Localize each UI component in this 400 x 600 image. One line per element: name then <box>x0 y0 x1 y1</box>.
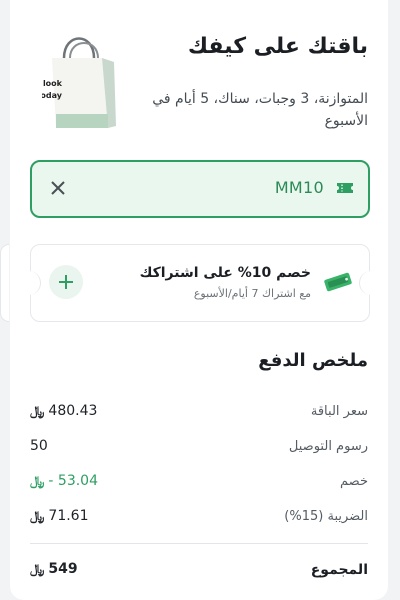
row-amount: 50 <box>30 438 48 454</box>
plan-description: المتوازنة، 3 وجبات، سناك، 5 أيام في الأس… <box>152 91 368 129</box>
bag-text-line2: nice today. <box>42 91 63 100</box>
row-amount: 71.61 <box>48 508 89 524</box>
close-icon <box>51 181 65 195</box>
checkout-card: باقتك على كيفك المتوازنة، 3 وجبات، سناك،… <box>10 0 388 600</box>
total-label: المجموع <box>310 562 368 578</box>
add-offer-button[interactable] <box>49 265 83 299</box>
discount-tag-icon <box>324 272 352 292</box>
total-amount: 549 <box>48 561 78 577</box>
coupon-field[interactable]: MM10 <box>30 160 370 218</box>
shopping-bag-image: You look nice today. <box>42 37 116 128</box>
riyal-icon: ﷼ <box>30 403 45 419</box>
row-value: 50 <box>30 438 48 454</box>
clear-coupon-button[interactable] <box>46 176 70 200</box>
coupon-code: MM10 <box>274 178 324 197</box>
offer-notch-left <box>22 271 41 295</box>
summary-row-plan-price: سعر الباقة ﷼ 480.43 <box>30 402 368 424</box>
riyal-icon: ﷼ <box>30 561 45 577</box>
plus-icon <box>59 275 73 289</box>
summary-divider <box>30 543 368 544</box>
row-label: رسوم التوصيل <box>288 439 368 454</box>
previous-offer-card-peek[interactable] <box>0 244 9 322</box>
summary-row-discount: خصم ﷼ - 53.04 <box>30 472 368 494</box>
row-value: ﷼ 480.43 <box>30 403 97 419</box>
summary-row-total: المجموع ﷼ 549 <box>30 560 368 582</box>
row-value: ﷼ - 53.04 <box>30 473 98 489</box>
bag-text-line1: You look <box>42 79 63 88</box>
offer-card[interactable]: خصم 10% على اشتراكك مع اشتراك 7 أيام/الأ… <box>22 244 378 322</box>
offer-notch-right <box>359 271 378 295</box>
row-amount: 480.43 <box>48 403 98 419</box>
row-amount: - 53.04 <box>48 473 98 489</box>
row-label: سعر الباقة <box>310 404 368 419</box>
riyal-icon: ﷼ <box>30 508 45 524</box>
summary-row-tax: الضريبة (15%) ﷼ 71.61 <box>30 507 368 529</box>
offer-title: خصم 10% على اشتراكك <box>139 265 311 281</box>
summary-row-delivery: رسوم التوصيل 50 <box>30 437 368 459</box>
plan-title: باقتك على كيفك <box>187 34 368 59</box>
ticket-icon <box>337 183 353 193</box>
total-value: ﷼ 549 <box>30 561 78 577</box>
offer-subtitle: مع اشتراك 7 أيام/الأسبوع <box>193 287 311 300</box>
row-label: الضريبة (15%) <box>284 509 368 524</box>
row-label: خصم <box>340 474 368 489</box>
riyal-icon: ﷼ <box>30 473 45 489</box>
row-value: ﷼ 71.61 <box>30 508 89 524</box>
summary-title: ملخص الدفع <box>258 350 368 371</box>
